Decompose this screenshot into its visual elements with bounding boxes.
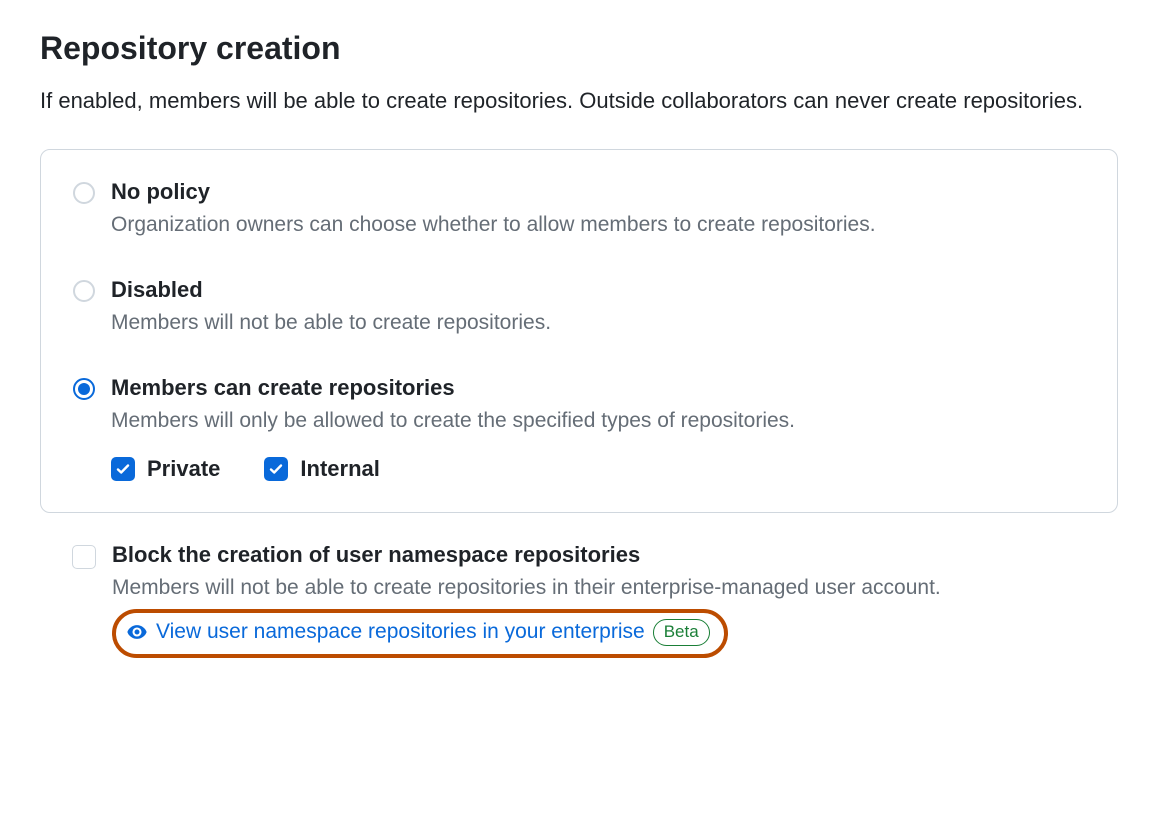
option-title: No policy bbox=[111, 178, 1085, 207]
radio-members-can-create[interactable] bbox=[73, 378, 95, 400]
option-members-can-create[interactable]: Members can create repositories Members … bbox=[73, 374, 1085, 482]
repo-type-checkboxes: Private Internal bbox=[111, 456, 1085, 482]
repo-type-private[interactable]: Private bbox=[111, 456, 220, 482]
option-title: Block the creation of user namespace rep… bbox=[112, 541, 1086, 570]
option-description: Members will only be allowed to create t… bbox=[111, 406, 1085, 435]
section-description: If enabled, members will be able to crea… bbox=[40, 85, 1118, 117]
beta-badge: Beta bbox=[653, 619, 710, 646]
option-title: Disabled bbox=[111, 276, 1085, 305]
option-block-user-namespace[interactable]: Block the creation of user namespace rep… bbox=[72, 541, 1086, 658]
view-namespace-link[interactable]: View user namespace repositories in your… bbox=[156, 620, 645, 644]
checkbox-internal[interactable] bbox=[264, 457, 288, 481]
checkbox-label: Internal bbox=[300, 456, 379, 482]
section-heading: Repository creation bbox=[40, 30, 1118, 67]
highlight-ring: View user namespace repositories in your… bbox=[112, 609, 728, 658]
checkbox-label: Private bbox=[147, 456, 220, 482]
radio-disabled[interactable] bbox=[73, 280, 95, 302]
option-title: Members can create repositories bbox=[111, 374, 1085, 403]
option-no-policy[interactable]: No policy Organization owners can choose… bbox=[73, 178, 1085, 240]
repo-type-internal[interactable]: Internal bbox=[264, 456, 379, 482]
option-disabled[interactable]: Disabled Members will not be able to cre… bbox=[73, 276, 1085, 338]
below-panel: Block the creation of user namespace rep… bbox=[40, 513, 1118, 658]
option-description: Members will not be able to create repos… bbox=[112, 573, 1086, 602]
option-description: Members will not be able to create repos… bbox=[111, 308, 1085, 337]
radio-no-policy[interactable] bbox=[73, 182, 95, 204]
checkbox-block-user-namespace[interactable] bbox=[72, 545, 96, 569]
policy-panel: No policy Organization owners can choose… bbox=[40, 149, 1118, 513]
option-description: Organization owners can choose whether t… bbox=[111, 210, 1085, 239]
eye-icon bbox=[126, 621, 148, 643]
checkbox-private[interactable] bbox=[111, 457, 135, 481]
